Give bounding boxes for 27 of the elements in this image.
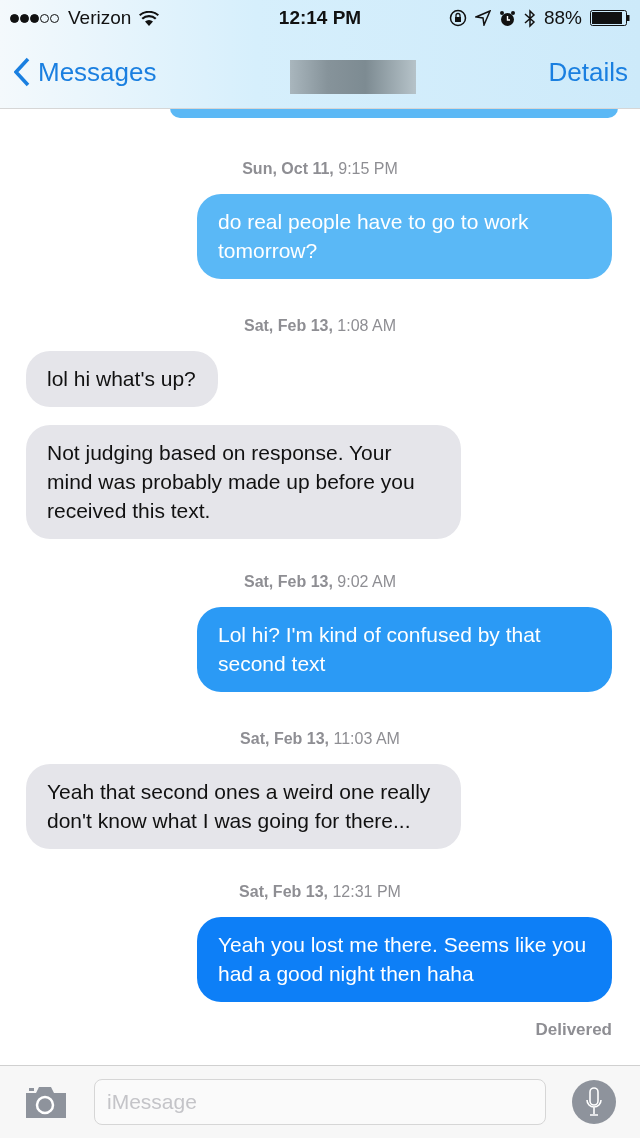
delivered-status: Delivered (535, 1020, 612, 1040)
sent-message-bubble: do real people have to go to work tomorrow? (197, 194, 612, 279)
clock-time: 12:14 PM (278, 7, 362, 29)
received-message-bubble: lol hi what's up? (26, 351, 218, 407)
sent-message-bubble: Yeah you lost me there. Seems like you had a good night then haha (197, 917, 612, 1002)
timestamp: Sat, Feb 13, 9:02 AM (243, 573, 397, 591)
received-message-bubble: Yeah that second ones a weird one really don't know what I was going for there... (26, 764, 461, 849)
bluetooth-icon (523, 8, 536, 28)
camera-icon[interactable] (24, 1085, 68, 1119)
timestamp: Sat, Feb 13, 12:31 PM (239, 883, 401, 901)
sent-message-bubble: Lol hi? I'm kind of confused by that second text (197, 607, 612, 692)
rotation-lock-icon (448, 9, 467, 27)
battery-icon (590, 9, 630, 27)
back-button[interactable]: Messages (14, 56, 157, 88)
location-arrow-icon (474, 10, 491, 26)
microphone-icon (585, 1087, 603, 1117)
timestamp: Sat, Feb 13, 1:08 AM (243, 317, 397, 335)
timestamp: Sat, Feb 13, 11:03 AM (240, 730, 400, 748)
received-message-bubble: Not judging based on response. Your mind was probably made up before you received this text. (26, 425, 461, 539)
timestamp: Sun, Oct 11, 9:15 PM (242, 160, 398, 178)
wifi-icon (139, 10, 160, 26)
chevron-left-icon (14, 57, 30, 87)
details-link[interactable]: Details (548, 56, 628, 88)
microphone-button[interactable] (572, 1080, 616, 1124)
carrier: Verizon (68, 7, 132, 29)
alarm-clock-icon (498, 9, 516, 27)
battery-percent: 88% (543, 7, 582, 29)
